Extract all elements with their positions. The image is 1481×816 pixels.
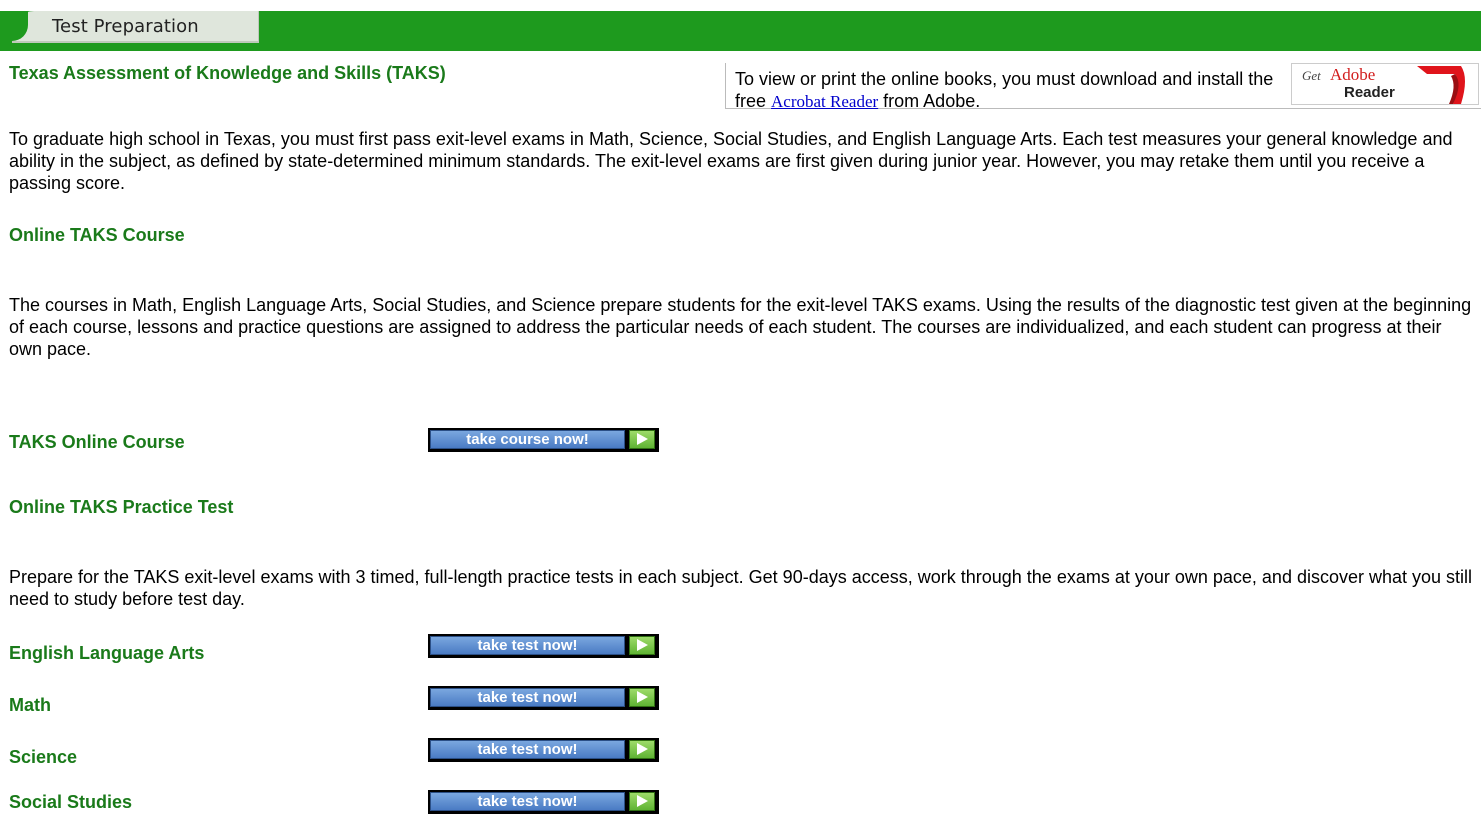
play-arrow-icon xyxy=(629,636,655,655)
badge-reader-text: Reader xyxy=(1344,84,1395,101)
take-course-button[interactable]: take course now! xyxy=(428,428,659,452)
taks-heading: Texas Assessment of Knowledge and Skills… xyxy=(9,63,446,83)
practice-paragraph: Prepare for the TAKS exit-level exams wi… xyxy=(9,567,1473,609)
take-test-button-label: take test now! xyxy=(430,740,625,759)
take-test-math-button[interactable]: take test now! xyxy=(428,686,659,710)
play-arrow-icon xyxy=(629,688,655,707)
banner-title: Test Preparation xyxy=(52,16,199,37)
adobe-notice-text: To view or print the online books, you m… xyxy=(735,68,1275,113)
get-adobe-reader-badge[interactable]: Get Adobe Reader xyxy=(1291,63,1479,105)
english-language-arts-label: English Language Arts xyxy=(9,643,205,663)
intro-paragraph: To graduate high school in Texas, you mu… xyxy=(9,129,1453,193)
adobe-reader-notice: To view or print the online books, you m… xyxy=(725,63,1481,111)
take-test-button-label: take test now! xyxy=(430,688,625,707)
play-arrow-icon xyxy=(629,430,655,449)
math-label: Math xyxy=(9,695,51,715)
taks-online-course-label: TAKS Online Course xyxy=(9,432,185,452)
science-label: Science xyxy=(9,747,78,767)
adobe-text-after: from Adobe. xyxy=(878,91,981,111)
take-test-social-studies-button[interactable]: take test now! xyxy=(428,790,659,814)
adobe-reader-logo-icon xyxy=(1417,66,1465,104)
take-course-button-label: take course now! xyxy=(430,430,625,449)
play-arrow-icon xyxy=(629,740,655,759)
practice-heading: Online TAKS Practice Test xyxy=(9,497,234,517)
badge-adobe-text: Adobe xyxy=(1330,65,1376,84)
acrobat-reader-link[interactable]: Acrobat Reader xyxy=(771,92,878,111)
banner-tab: Test Preparation xyxy=(12,11,259,43)
take-test-english-button[interactable]: take test now! xyxy=(428,634,659,658)
course-heading: Online TAKS Course xyxy=(9,225,185,245)
play-arrow-icon xyxy=(629,792,655,811)
social-studies-label: Social Studies xyxy=(9,792,133,812)
take-test-button-label: take test now! xyxy=(430,792,625,811)
section-banner: Test Preparation xyxy=(0,11,1481,51)
take-test-science-button[interactable]: take test now! xyxy=(428,738,659,762)
take-test-button-label: take test now! xyxy=(430,636,625,655)
badge-get-text: Get xyxy=(1302,68,1321,83)
course-paragraph: The courses in Math, English Language Ar… xyxy=(9,295,1472,359)
